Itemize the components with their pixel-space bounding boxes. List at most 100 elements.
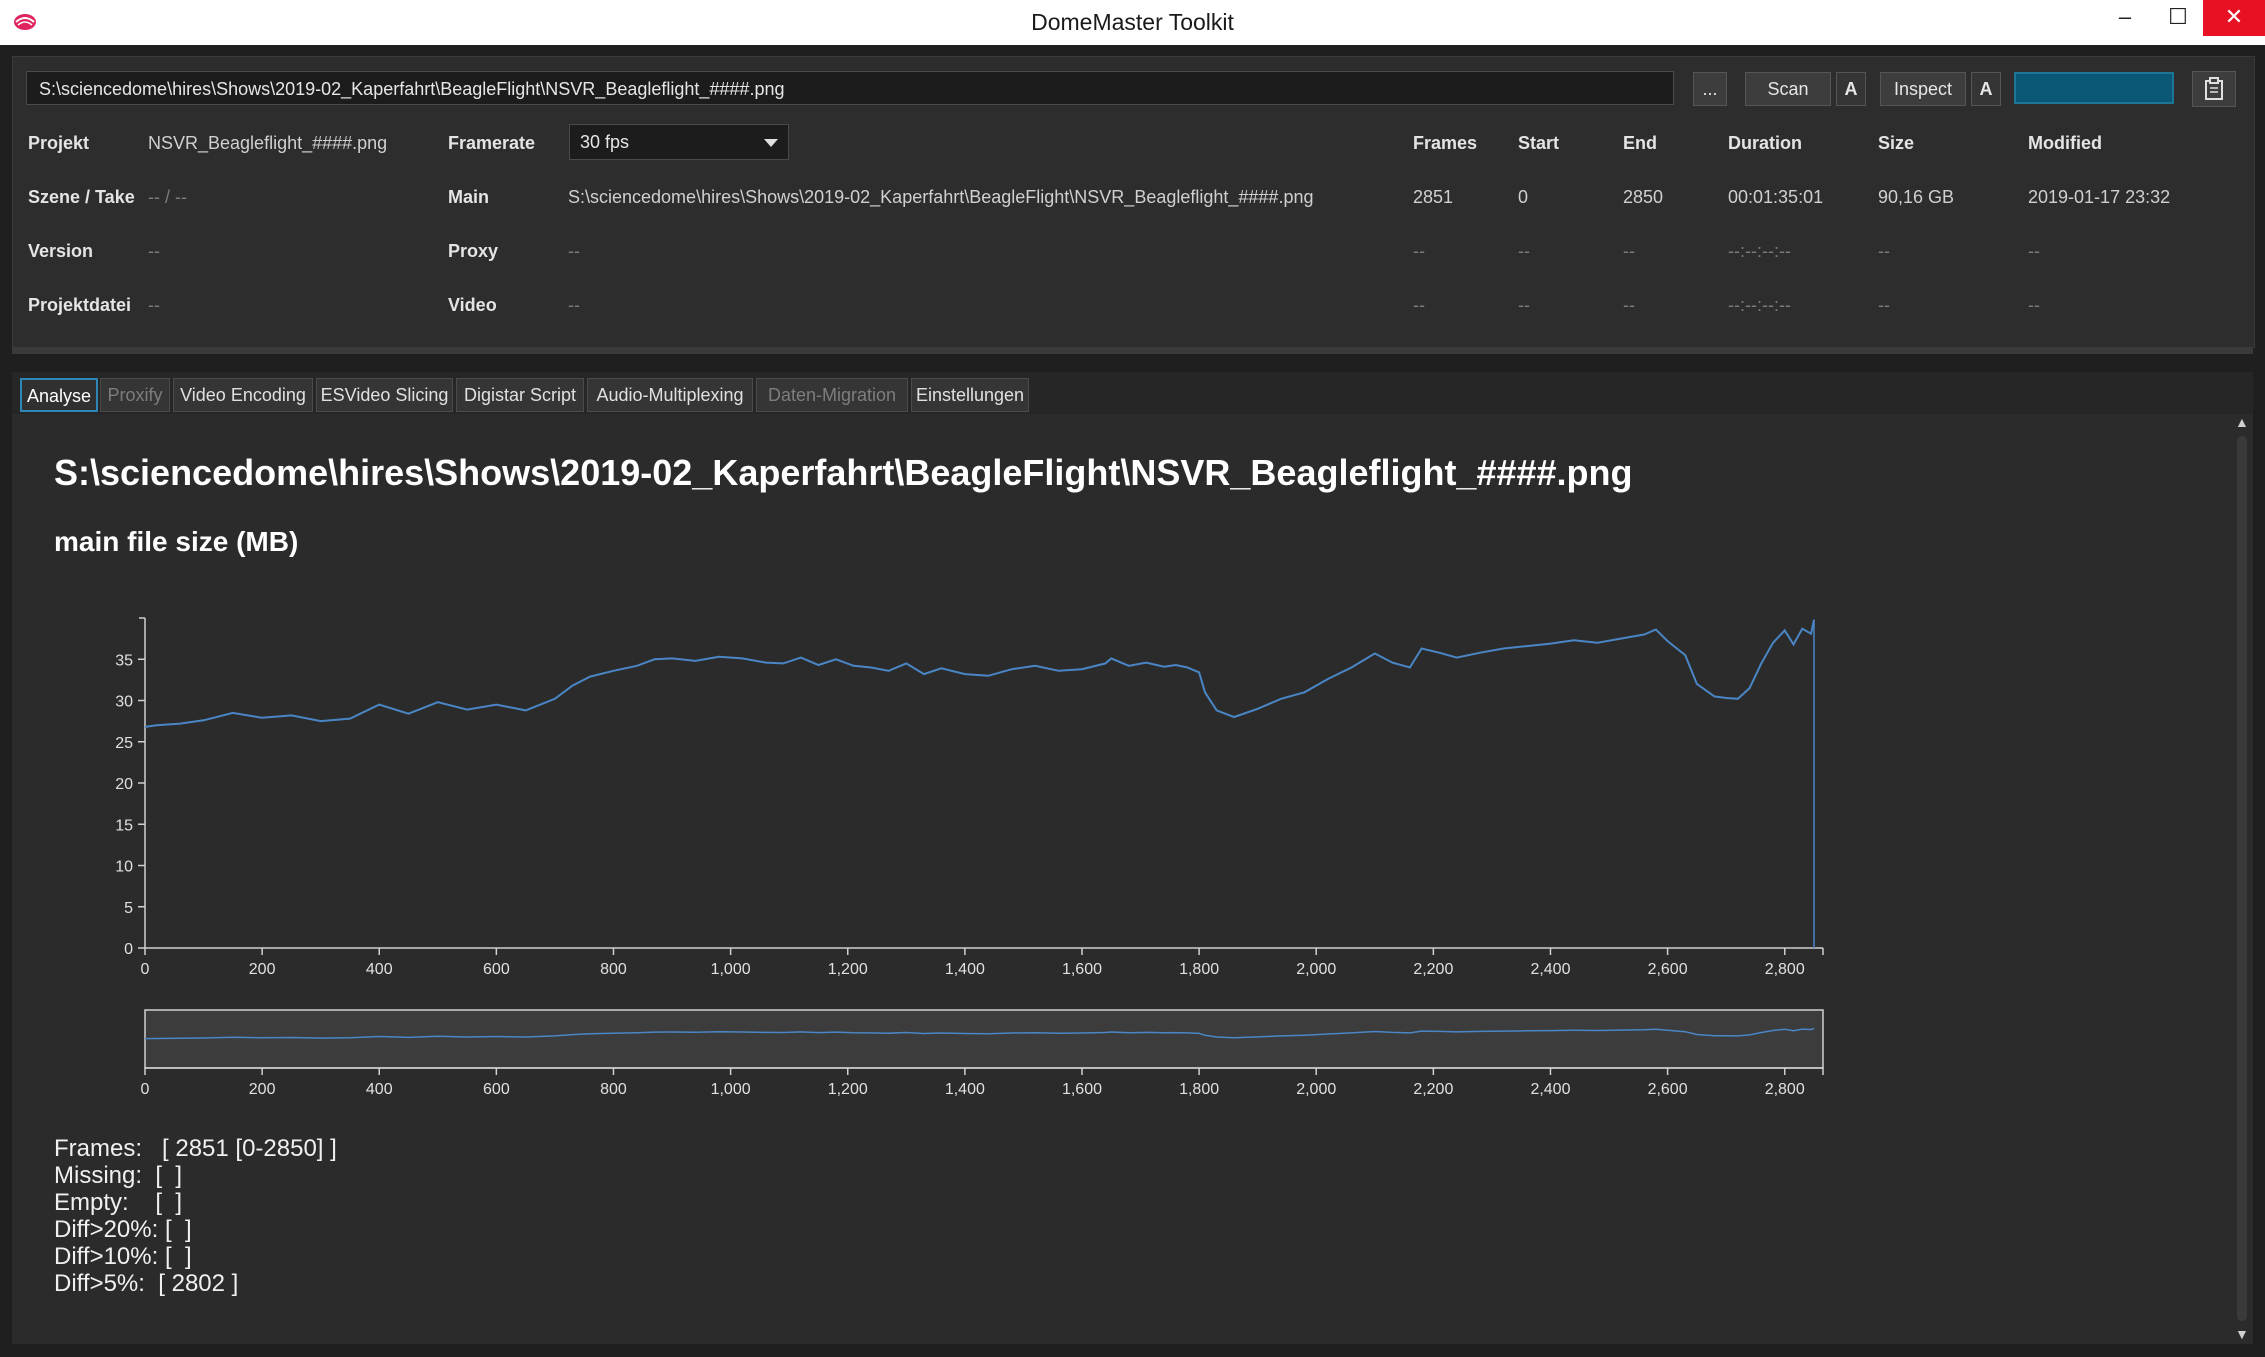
x-tick-label: 400: [366, 961, 393, 978]
analyse-heading: S:\sciencedome\hires\Shows\2019-02_Kaper…: [54, 452, 1633, 493]
x-tick-label: 1,200: [828, 961, 868, 978]
stat-diff10: Diff>10%: [ ]: [54, 1243, 192, 1270]
scan-button[interactable]: Scan: [1745, 72, 1831, 106]
file-size-chart[interactable]: 0 5 10 15 20 25 30 35 0 200 400 600 800 1,000 1,200 1,4…: [60, 600, 1920, 1280]
scroll-up-icon[interactable]: ▲: [2235, 414, 2249, 430]
overview-x-tick-label: 1,800: [1179, 1081, 1219, 1098]
col-end-header: End: [1623, 133, 1657, 153]
analyse-stats: Frames: [ 2851 [0-2850] ] Missing: [ ] E…: [54, 1135, 337, 1297]
overview-x-tick-label: 400: [366, 1081, 393, 1098]
overview-x-tick-label: 1,600: [1062, 1081, 1102, 1098]
inspect-auto-button[interactable]: A: [1971, 72, 2001, 106]
overview-x-tick-label: 2,200: [1413, 1081, 1453, 1098]
y-tick-label: 20: [115, 776, 133, 793]
y-tick-label: 15: [115, 817, 133, 834]
x-tick-label: 1,400: [945, 961, 985, 978]
video-duration: --:--:--:--: [1728, 295, 1791, 315]
tab-daten-migration[interactable]: Daten-Migration: [756, 378, 908, 412]
window-title: DomeMaster Toolkit: [1031, 9, 1234, 35]
video-end: --: [1623, 295, 1635, 315]
video-frames: --: [1413, 295, 1425, 315]
y-tick-label: 10: [115, 859, 133, 876]
framerate-label: Framerate: [448, 133, 536, 153]
scroll-down-icon[interactable]: ▼: [2235, 1326, 2249, 1342]
col-frames-header: Frames: [1413, 133, 1478, 153]
stat-missing: Missing: [ ]: [54, 1162, 183, 1189]
x-tick-label: 0: [141, 961, 150, 978]
x-tick-label: 2,200: [1413, 961, 1453, 978]
splitter[interactable]: [12, 348, 2253, 354]
main-plot: 0 5 10 15 20 25 30 35 0 200 400 600 800 1,000 1,200 1,4…: [115, 617, 1824, 978]
minimize-button[interactable]: –: [2097, 0, 2153, 36]
proxy-value: --: [568, 241, 580, 261]
overview-x-tick-label: 2,600: [1648, 1081, 1688, 1098]
x-tick-label: 800: [600, 961, 627, 978]
tab-esvideo-slicing[interactable]: ESVideo Slicing: [316, 378, 453, 412]
col-start-header: Start: [1518, 133, 1560, 153]
version-value: --: [148, 241, 160, 261]
y-tick-label: 35: [115, 652, 133, 669]
tab-proxify[interactable]: Proxify: [100, 378, 170, 412]
overview-x-tick-label: 1,400: [945, 1081, 985, 1098]
stat-empty: Empty: [ ]: [54, 1189, 183, 1216]
proxy-frames: --: [1413, 241, 1425, 261]
vertical-scrollbar[interactable]: ▲ ▼: [2232, 414, 2253, 1344]
proxy-modified: --: [2028, 241, 2040, 261]
title-bar: DomeMaster Toolkit – ☐ ✕: [0, 0, 2265, 46]
browse-button[interactable]: ...: [1693, 72, 1727, 106]
col-size-header: Size: [1878, 133, 1915, 153]
framerate-select[interactable]: 30 fps: [569, 124, 789, 160]
inspect-button[interactable]: Inspect: [1880, 72, 1966, 106]
progress-bar: [2014, 72, 2174, 104]
projektdatei-label: Projektdatei: [28, 295, 132, 315]
tab-video-encoding[interactable]: Video Encoding: [173, 378, 313, 412]
path-input[interactable]: S:\sciencedome\hires\Shows\2019-02_Kaper…: [26, 71, 1674, 105]
overview-x-tick-label: 1,000: [711, 1081, 751, 1098]
y-tick-label: 30: [115, 694, 133, 711]
tab-audio-multiplexing[interactable]: Audio-Multiplexing: [587, 378, 753, 412]
projektdatei-value: --: [148, 295, 160, 315]
x-tick-label: 2,600: [1648, 961, 1688, 978]
clipboard-button[interactable]: [2192, 71, 2236, 107]
framerate-value: 30 fps: [580, 132, 630, 152]
video-start: --: [1518, 295, 1530, 315]
overview-x-tick-label: 0: [141, 1081, 150, 1098]
overview-x-tick-label: 600: [483, 1081, 510, 1098]
video-modified: --: [2028, 295, 2040, 315]
main-frames: 2851: [1413, 187, 1454, 207]
stat-diff5: Diff>5%: [ 2802 ]: [54, 1270, 239, 1297]
main-duration: 00:01:35:01: [1728, 187, 1824, 207]
x-tick-label: 2,000: [1296, 961, 1336, 978]
scan-auto-button[interactable]: A: [1836, 72, 1866, 106]
proxy-label: Proxy: [448, 241, 499, 261]
y-tick-label: 25: [115, 735, 133, 752]
x-tick-label: 1,000: [711, 961, 751, 978]
tab-einstellungen[interactable]: Einstellungen: [911, 378, 1029, 412]
main-size: 90,16 GB: [1878, 187, 1955, 207]
proxy-end: --: [1623, 241, 1635, 261]
video-label: Video: [448, 295, 497, 315]
main-end: 2850: [1623, 187, 1664, 207]
overview-x-tick-label: 2,000: [1296, 1081, 1336, 1098]
main-modified: 2019-01-17 23:32: [2028, 187, 2171, 207]
tab-digistar-script[interactable]: Digistar Script: [456, 378, 584, 412]
y-tick-label: 0: [124, 941, 133, 958]
close-button[interactable]: ✕: [2203, 0, 2265, 36]
overview-x-tick-label: 2,400: [1530, 1081, 1570, 1098]
main-start: 0: [1518, 187, 1529, 207]
version-label: Version: [28, 241, 94, 261]
szene-label: Szene / Take: [28, 187, 135, 207]
proxy-start: --: [1518, 241, 1530, 261]
y-tick-label: 5: [124, 900, 133, 917]
series-line-main-file-size: [144, 619, 1815, 728]
stat-diff20: Diff>20%: [ ]: [54, 1216, 192, 1243]
main-label: Main: [448, 187, 490, 207]
maximize-button[interactable]: ☐: [2150, 0, 2206, 36]
projekt-value: NSVR_Beagleflight_####.png: [148, 133, 388, 153]
scrollbar-thumb[interactable]: [2237, 436, 2247, 1321]
tab-analyse[interactable]: Analyse: [20, 378, 98, 412]
overview-x-tick-label: 800: [600, 1081, 627, 1098]
x-tick-label: 2,800: [1765, 961, 1805, 978]
x-tick-label: 2,400: [1530, 961, 1570, 978]
projekt-label: Projekt: [28, 133, 90, 153]
